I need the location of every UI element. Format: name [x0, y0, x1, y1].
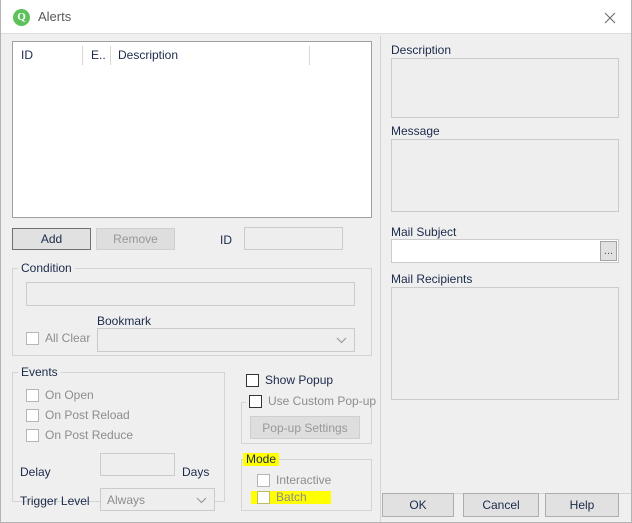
- ok-button[interactable]: OK: [382, 493, 454, 517]
- message-textarea[interactable]: [391, 139, 619, 212]
- checkbox-box: [249, 395, 262, 408]
- alerts-list[interactable]: ID E.. Description: [12, 41, 372, 218]
- popup-settings-button: Pop-up Settings: [250, 416, 360, 439]
- bookmark-label: Bookmark: [97, 314, 152, 328]
- events-group-title: Events: [18, 366, 61, 379]
- checkbox-on-open[interactable]: On Open: [26, 389, 94, 402]
- use-custom-popup-label: Use Custom Pop-up: [268, 394, 377, 408]
- column-divider[interactable]: [309, 46, 310, 65]
- checkbox-box: [257, 491, 270, 504]
- checkbox-box: [26, 389, 39, 402]
- cancel-button[interactable]: Cancel: [463, 493, 539, 517]
- condition-expression-input[interactable]: [26, 282, 355, 306]
- interactive-label: Interactive: [276, 473, 332, 487]
- trigger-level-value: Always: [107, 493, 146, 507]
- title-bar: Q Alerts: [1, 0, 631, 34]
- chevron-down-icon: [336, 337, 347, 344]
- id-label: ID: [220, 233, 232, 247]
- column-divider[interactable]: [110, 46, 111, 65]
- close-icon[interactable]: [587, 0, 631, 33]
- checkbox-on-post-reload[interactable]: On Post Reload: [26, 409, 130, 422]
- checkbox-on-post-reduce[interactable]: On Post Reduce: [26, 429, 133, 442]
- window-title: Alerts: [38, 9, 72, 24]
- delay-unit-label: Days: [182, 465, 210, 479]
- trigger-level-label: Trigger Level: [20, 494, 90, 508]
- delay-label: Delay: [20, 465, 51, 479]
- description-textarea[interactable]: [391, 58, 619, 118]
- remove-button: Remove: [96, 228, 175, 250]
- close-glyph: [604, 12, 616, 24]
- qlik-icon: Q: [13, 9, 30, 26]
- bookmark-select[interactable]: [97, 328, 355, 352]
- add-button[interactable]: Add: [12, 228, 91, 250]
- mail-subject-input[interactable]: [391, 239, 619, 263]
- on-post-reduce-label: On Post Reduce: [45, 428, 134, 442]
- mail-recipients-label: Mail Recipients: [391, 272, 473, 286]
- checkbox-box: [26, 332, 39, 345]
- help-button[interactable]: Help: [545, 493, 619, 517]
- message-label: Message: [391, 124, 440, 138]
- trigger-level-select[interactable]: Always: [100, 488, 215, 511]
- condition-group-title: Condition: [18, 262, 75, 275]
- checkbox-show-popup[interactable]: Show Popup: [246, 374, 333, 387]
- delay-input[interactable]: [100, 453, 175, 476]
- mail-recipients-textarea[interactable]: [391, 287, 619, 400]
- checkbox-use-custom-popup[interactable]: Use Custom Pop-up: [246, 394, 380, 408]
- alerts-dialog: Q Alerts ID E.. Description Add Remove I…: [0, 0, 632, 523]
- all-clear-label: All Clear: [45, 331, 91, 345]
- column-divider[interactable]: [82, 46, 83, 65]
- panel-divider: [380, 36, 381, 522]
- column-header-e[interactable]: E..: [91, 48, 106, 62]
- chevron-down-icon: [196, 497, 207, 504]
- alerts-list-header: ID E.. Description: [13, 42, 371, 69]
- all-clear-checkbox[interactable]: All Clear: [26, 332, 90, 345]
- mode-group-title: Mode: [243, 453, 280, 466]
- batch-label: Batch: [276, 490, 307, 504]
- description-label: Description: [391, 43, 452, 57]
- on-open-label: On Open: [45, 388, 94, 402]
- id-input[interactable]: [244, 227, 343, 250]
- checkbox-batch[interactable]: Batch: [251, 491, 331, 504]
- on-post-reload-label: On Post Reload: [45, 408, 130, 422]
- checkbox-box: [26, 429, 39, 442]
- checkbox-box: [26, 409, 39, 422]
- mail-subject-browse-button[interactable]: ...: [600, 241, 617, 261]
- checkbox-box: [246, 374, 259, 387]
- mail-subject-label: Mail Subject: [391, 225, 457, 239]
- checkbox-box: [257, 474, 270, 487]
- show-popup-label: Show Popup: [265, 373, 334, 387]
- column-header-id[interactable]: ID: [21, 48, 33, 62]
- column-header-description[interactable]: Description: [118, 48, 178, 62]
- checkbox-interactive[interactable]: Interactive: [257, 474, 331, 487]
